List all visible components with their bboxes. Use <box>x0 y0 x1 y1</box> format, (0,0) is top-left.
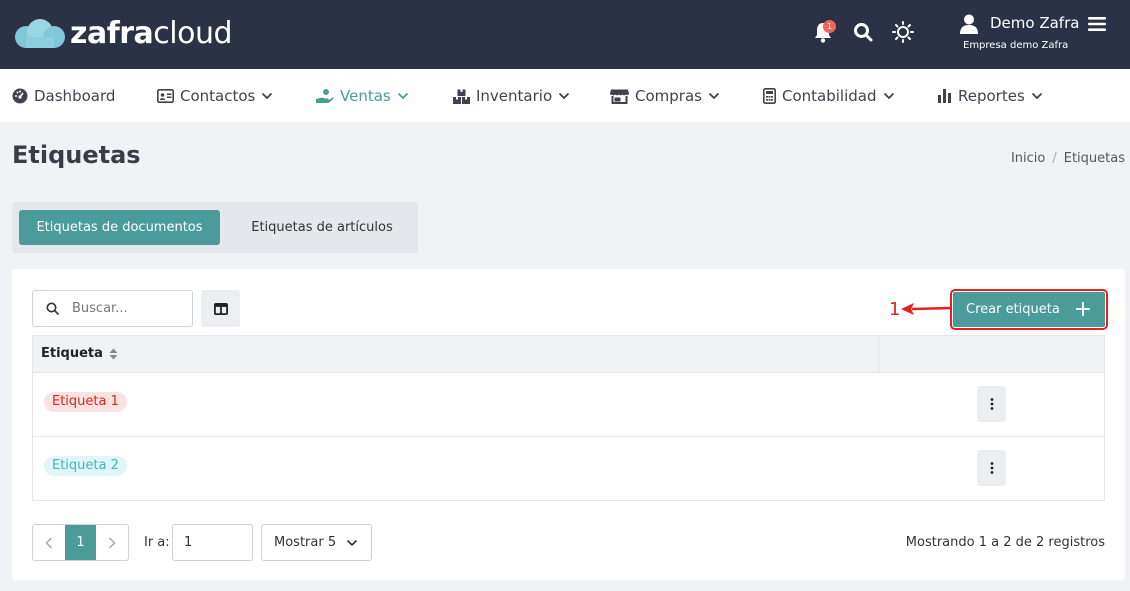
logo-text: zafracloud <box>70 16 233 51</box>
labels-table: Etiqueta Etiqueta 1 Etiqueta 2 <box>32 335 1105 501</box>
table-row: Etiqueta 2 <box>33 437 1104 500</box>
records-summary: Mostrando 1 a 2 de 2 registros <box>905 535 1105 550</box>
annotation-arrow-icon <box>901 303 952 315</box>
chevron-down-icon <box>1031 92 1042 100</box>
next-page-button[interactable] <box>96 525 128 560</box>
table-row: Etiqueta 1 <box>33 373 1104 437</box>
top-bar: zafracloud 1 Demo Zafra Empresa demo Zaf… <box>0 0 1130 69</box>
search-icon <box>46 302 59 315</box>
tab-etiquetas-articulos[interactable]: Etiquetas de artículos <box>234 210 410 245</box>
chevron-right-icon <box>108 536 116 549</box>
page-button-current[interactable]: 1 <box>65 525 96 560</box>
create-label-button[interactable]: Crear etiqueta <box>950 289 1108 330</box>
nav-item-inventario[interactable]: Inventario <box>453 86 570 106</box>
calculator-icon <box>763 88 776 104</box>
chevron-down-icon <box>397 92 408 100</box>
chevron-down-icon <box>883 92 894 100</box>
prev-page-button[interactable] <box>33 525 65 560</box>
bar-chart-icon <box>938 89 951 103</box>
search-input[interactable] <box>72 301 172 316</box>
labels-card: 1 Crear etiqueta Etiqueta Etiqueta 1 Eti… <box>12 269 1125 580</box>
label-tag: Etiqueta 2 <box>44 456 127 476</box>
kebab-menu-icon <box>990 462 993 474</box>
user-icon[interactable] <box>958 13 980 35</box>
chevron-down-icon <box>559 92 570 100</box>
nav-item-reportes[interactable]: Reportes <box>938 86 1043 106</box>
nav-item-ventas[interactable]: Ventas <box>316 86 409 106</box>
notification-badge: 1 <box>823 20 836 33</box>
contact-card-icon <box>157 89 174 103</box>
annotation-number: 1 <box>889 299 901 320</box>
sort-icon <box>109 348 118 360</box>
nav-item-contactos[interactable]: Contactos <box>157 86 273 106</box>
search-box[interactable] <box>32 290 193 327</box>
page-size-select[interactable]: Mostrar 5 <box>261 524 372 561</box>
kebab-menu-icon <box>990 398 993 410</box>
store-icon <box>610 89 629 104</box>
columns-icon <box>213 302 228 315</box>
hamburger-menu-icon[interactable] <box>1087 13 1107 35</box>
main-nav: Dashboard Contactos Ventas Inventario Co… <box>0 69 1130 122</box>
goto-page-input[interactable] <box>172 524 253 561</box>
column-header-actions <box>879 336 1104 372</box>
cloud-logo-icon <box>15 19 65 48</box>
page-title: Etiquetas <box>12 141 141 169</box>
label-tag: Etiqueta 1 <box>44 392 127 412</box>
chevron-left-icon <box>45 536 53 549</box>
chevron-down-icon <box>262 92 273 100</box>
hand-money-icon <box>316 89 334 103</box>
chevron-down-icon <box>708 92 720 100</box>
tabs: Etiquetas de documentos Etiquetas de art… <box>12 202 418 253</box>
row-actions-button[interactable] <box>977 450 1006 486</box>
nav-item-compras[interactable]: Compras <box>610 86 720 106</box>
table-header: Etiqueta <box>33 336 1104 373</box>
goto-label: Ir a: <box>144 535 170 550</box>
user-name[interactable]: Demo Zafra <box>990 14 1079 32</box>
plus-icon <box>1076 302 1090 316</box>
chevron-down-icon <box>347 539 358 546</box>
breadcrumb-etiquetas: Etiquetas <box>1063 151 1125 166</box>
row-actions-button[interactable] <box>977 386 1006 422</box>
nav-item-dashboard[interactable]: Dashboard <box>12 86 115 106</box>
search-icon[interactable] <box>851 20 875 44</box>
breadcrumb: Inicio / Etiquetas <box>1010 151 1125 166</box>
dashboard-icon <box>12 88 28 104</box>
logo[interactable]: zafracloud <box>14 16 233 51</box>
nav-item-contabilidad[interactable]: Contabilidad <box>763 86 895 106</box>
boxes-icon <box>453 89 470 104</box>
user-company: Empresa demo Zafra <box>963 40 1069 51</box>
sun-theme-icon[interactable] <box>891 20 915 44</box>
tab-etiquetas-documentos[interactable]: Etiquetas de documentos <box>19 210 220 245</box>
columns-toggle-button[interactable] <box>201 290 240 327</box>
pagination: 1 <box>32 524 129 561</box>
breadcrumb-inicio[interactable]: Inicio <box>1011 151 1045 166</box>
column-header-etiqueta[interactable]: Etiqueta <box>33 336 879 372</box>
